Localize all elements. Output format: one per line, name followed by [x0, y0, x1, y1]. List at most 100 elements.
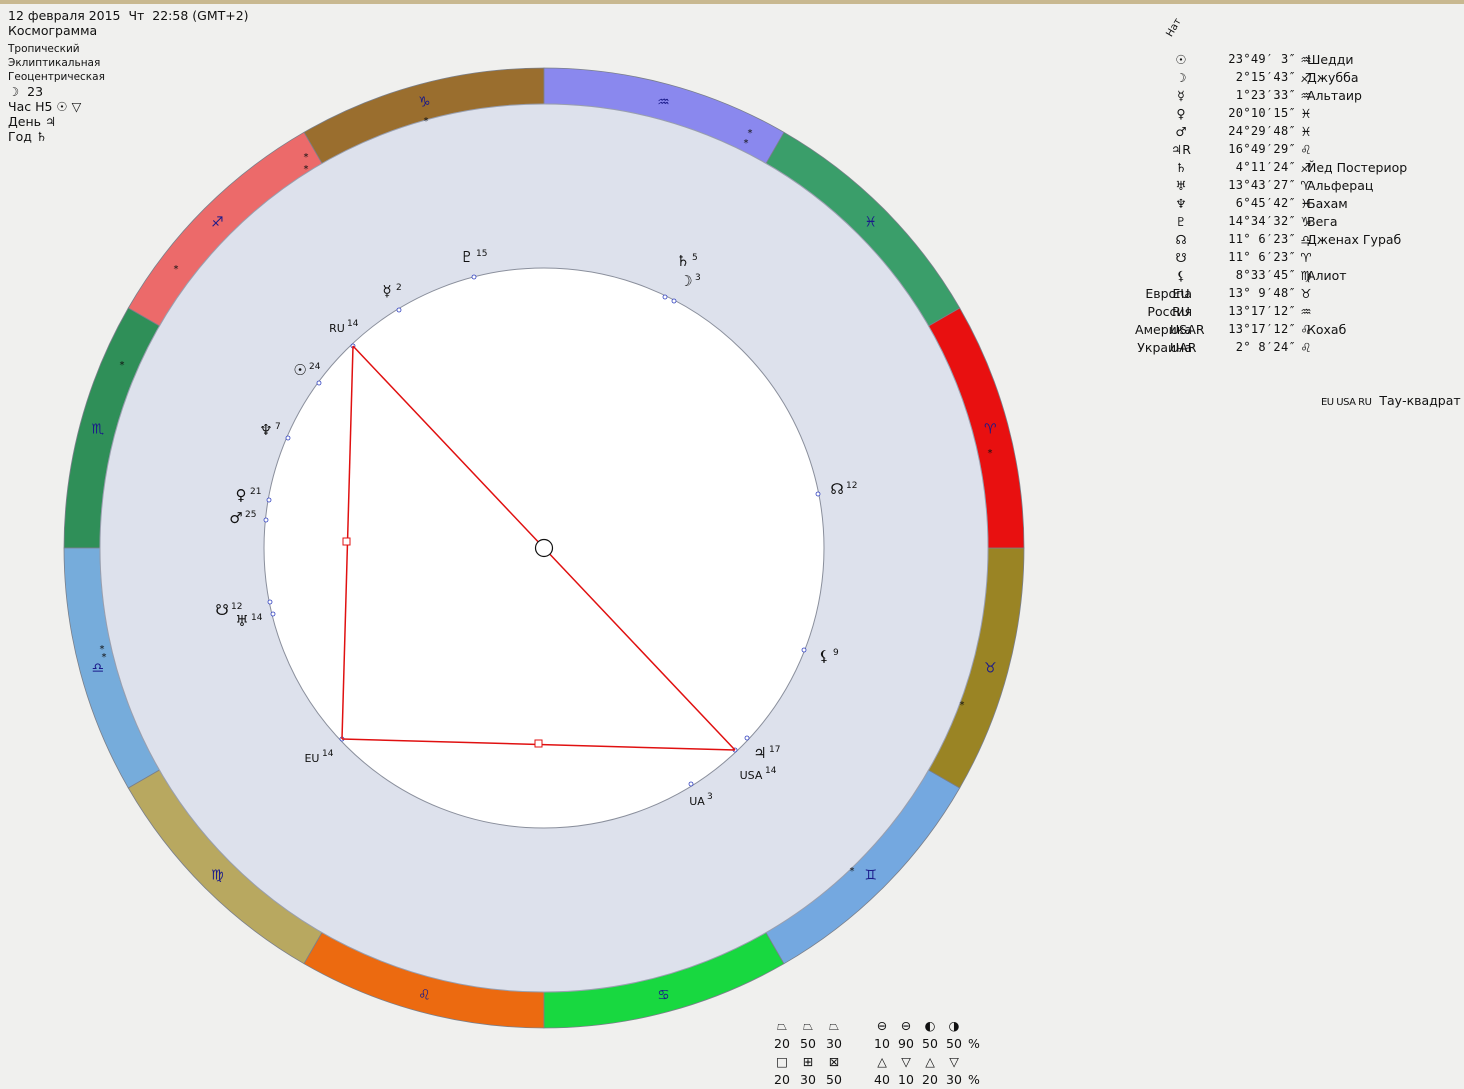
position-degree: 6°45′42″ — [1235, 196, 1296, 210]
position-star: Алиот — [1307, 268, 1347, 283]
position-star: Джубба — [1307, 70, 1359, 85]
zodiac-sign-glyph: ♈ — [984, 421, 997, 437]
planet-degree: 24 — [309, 362, 321, 372]
position-symbol: ♄ — [1175, 160, 1187, 175]
position-row: Америка USAR 13°17′12″ ♌ Кохаб — [1100, 322, 1464, 340]
planet-glyph: ♃ — [753, 744, 766, 762]
configuration-symbols: EU USA RU — [1320, 397, 1372, 408]
position-star: Вега — [1307, 214, 1338, 229]
zodiac-sign-glyph: ♑ — [418, 95, 431, 111]
planet-degree: 14 — [322, 749, 334, 759]
position-sign: ♌ — [1300, 142, 1312, 157]
stat-value: 40 — [874, 1072, 890, 1087]
stat-icon: ⏢ — [828, 1018, 839, 1033]
position-symbol: ☊ — [1175, 232, 1187, 247]
position-symbol: ♅ — [1175, 178, 1187, 193]
square-aspect-marker — [534, 739, 543, 748]
position-row: ☋ 11° 6′23″ ♈ — [1100, 250, 1464, 268]
position-symbol: ⚸ — [1176, 268, 1186, 283]
stat-icon: ⊞ — [802, 1054, 814, 1069]
stat-icon: ▽ — [901, 1054, 911, 1069]
planet-glyph: ♀ — [236, 486, 247, 504]
planet-glyph: ☿ — [382, 282, 391, 300]
position-row: ☽ 2°15′43″ ♐ Джубба — [1100, 70, 1464, 88]
position-degree: 11° 6′23″ — [1228, 250, 1296, 264]
planet-glyph: ♆ — [259, 421, 272, 439]
stat-icon: ⏢ — [776, 1018, 787, 1033]
stat-icon: ⊠ — [828, 1054, 840, 1069]
planet-glyph: UA — [689, 795, 705, 808]
position-degree: 13°43′27″ — [1228, 178, 1296, 192]
position-row: ♆ 6°45′42″ ♓ Бахам — [1100, 196, 1464, 214]
position-sign: ♈ — [1300, 250, 1312, 265]
planet-point — [263, 517, 269, 523]
stat-icon: ⏢ — [802, 1018, 813, 1033]
position-degree: 4°11′24″ — [1235, 160, 1296, 174]
position-degree: 2°15′43″ — [1235, 70, 1296, 84]
position-star: Дженах Гураб — [1307, 232, 1402, 247]
zodiac-sign-glyph: ♒ — [657, 95, 670, 111]
fixed-star-mark: * — [120, 360, 125, 371]
fixed-star-mark: * — [174, 264, 179, 275]
fixed-star-mark: * — [744, 138, 749, 149]
stat-value: 50 — [922, 1036, 938, 1051]
planet-degree: 14 — [765, 766, 777, 776]
position-row: Европа EU 13° 9′48″ ♉ — [1100, 286, 1464, 304]
stat-icon: ▽ — [949, 1054, 959, 1069]
planet-point — [688, 781, 694, 787]
fixed-star-mark: * — [102, 652, 107, 663]
position-degree: 11° 6′23″ — [1228, 232, 1296, 246]
position-symbol: EU — [1172, 286, 1190, 301]
position-row: Украина UAR 2° 8′24″ ♌ — [1100, 340, 1464, 358]
stat-value: % — [968, 1036, 980, 1051]
position-star: Шедди — [1307, 52, 1354, 67]
position-degree: 1°23′33″ — [1235, 88, 1296, 102]
planet-degree: 25 — [245, 510, 256, 520]
planet-degree: 14 — [251, 613, 263, 623]
planet-point — [471, 274, 477, 280]
stat-value: 20 — [774, 1072, 790, 1087]
position-row: ⚸ 8°33′45″ ♍ Алиот — [1100, 268, 1464, 286]
position-symbol: ☽ — [1175, 70, 1187, 85]
planet-point — [396, 307, 402, 313]
planet-glyph: USA — [740, 769, 763, 782]
stat-value: 90 — [898, 1036, 914, 1051]
position-symbol: ♇ — [1175, 214, 1187, 229]
planet-degree: 14 — [347, 319, 359, 329]
fixed-star-mark: * — [850, 866, 855, 877]
zodiac-sign-glyph: ♐ — [211, 214, 224, 230]
planet-glyph: ☋ — [215, 601, 228, 619]
planet-degree: 3 — [695, 273, 701, 283]
stat-value: 20 — [922, 1072, 938, 1087]
planet-glyph: ♂ — [229, 509, 242, 527]
planet-glyph: ☽ — [679, 272, 692, 290]
position-degree: 13°17′12″ — [1228, 322, 1296, 336]
position-degree: 24°29′48″ — [1228, 124, 1296, 138]
stat-icon: ◑ — [948, 1018, 960, 1033]
position-symbol: ☋ — [1175, 250, 1187, 265]
stat-value: 30 — [800, 1072, 816, 1087]
fixed-star-mark: * — [988, 448, 993, 459]
stat-icon: △ — [925, 1054, 935, 1069]
position-row: ☊ 11° 6′23″ ♎ Дженах Гураб — [1100, 232, 1464, 250]
planet-degree: 9 — [833, 648, 839, 658]
stat-icon: ◐ — [924, 1018, 936, 1033]
planet-glyph: ☊ — [830, 480, 843, 498]
position-row: ♇ 14°34′32″ ♑ Вега — [1100, 214, 1464, 232]
position-row: ♅ 13°43′27″ ♈ Альферац — [1100, 178, 1464, 196]
planet-glyph: ⚸ — [819, 647, 830, 665]
planet-degree: 7 — [275, 422, 281, 432]
opposition-aspect-marker — [534, 538, 554, 558]
zodiac-sign-glyph: ♊ — [864, 868, 877, 884]
stat-value: 10 — [874, 1036, 890, 1051]
position-degree: 13°17′12″ — [1228, 304, 1296, 318]
position-sign: ♉ — [1300, 286, 1312, 301]
planet-point — [815, 491, 821, 497]
planet-point — [267, 599, 273, 605]
zodiac-sign-glyph: ♉ — [984, 661, 997, 677]
planet-degree: 12 — [846, 481, 857, 491]
position-row: ☉ 23°49′ 3″ ♒ Шедди — [1100, 52, 1464, 70]
position-row: ♀ 20°10′15″ ♓ — [1100, 106, 1464, 124]
position-star: Йед Постериор — [1307, 160, 1408, 175]
stat-icon: ⊖ — [876, 1018, 888, 1033]
